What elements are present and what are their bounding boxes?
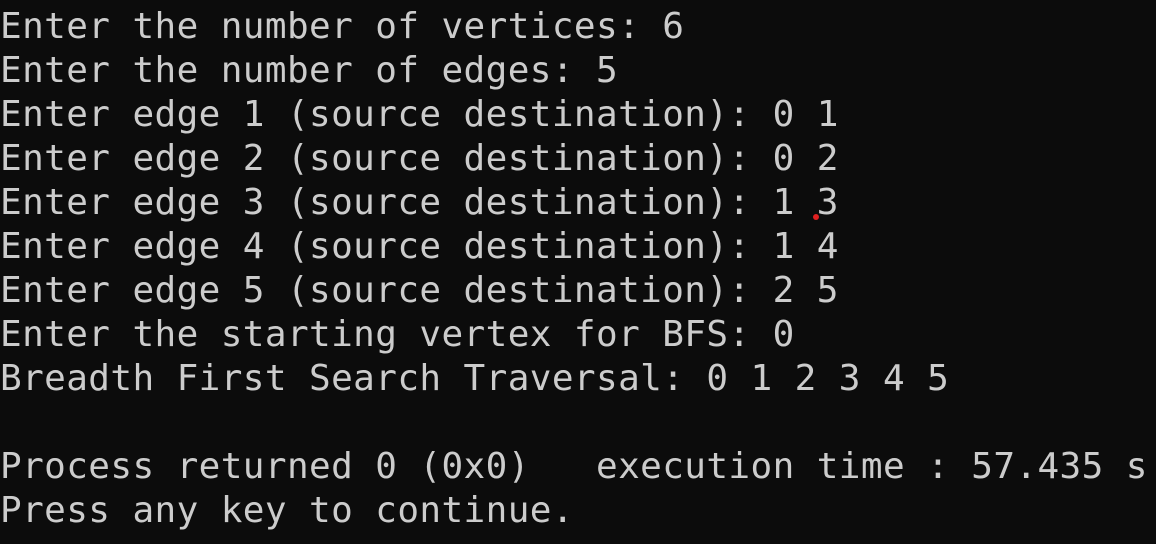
console-line-edge-5: Enter edge 5 (source destination): 2 5 xyxy=(0,270,839,311)
console-line-press-any-key: Press any key to continue. xyxy=(0,490,574,531)
console-line-process-returned: Process returned 0 (0x0) execution time … xyxy=(0,446,1148,487)
console-line-edges-prompt: Enter the number of edges: 5 xyxy=(0,50,619,91)
terminal-window[interactable]: Enter the number of vertices: 6 Enter th… xyxy=(0,0,1156,544)
console-line-bfs-output: Breadth First Search Traversal: 0 1 2 3 … xyxy=(0,358,950,399)
console-line-edge-1: Enter edge 1 (source destination): 0 1 xyxy=(0,94,839,135)
console-line-vertices-prompt: Enter the number of vertices: 6 xyxy=(0,6,685,47)
red-dot-marker xyxy=(813,214,819,220)
console-line-edge-3: Enter edge 3 (source destination): 1 3 xyxy=(0,182,839,223)
console-line-blank xyxy=(0,401,1156,445)
console-line-edge-4: Enter edge 4 (source destination): 1 4 xyxy=(0,226,839,267)
console-line-start-vertex: Enter the starting vertex for BFS: 0 xyxy=(0,314,795,355)
console-line-edge-2: Enter edge 2 (source destination): 0 2 xyxy=(0,138,839,179)
